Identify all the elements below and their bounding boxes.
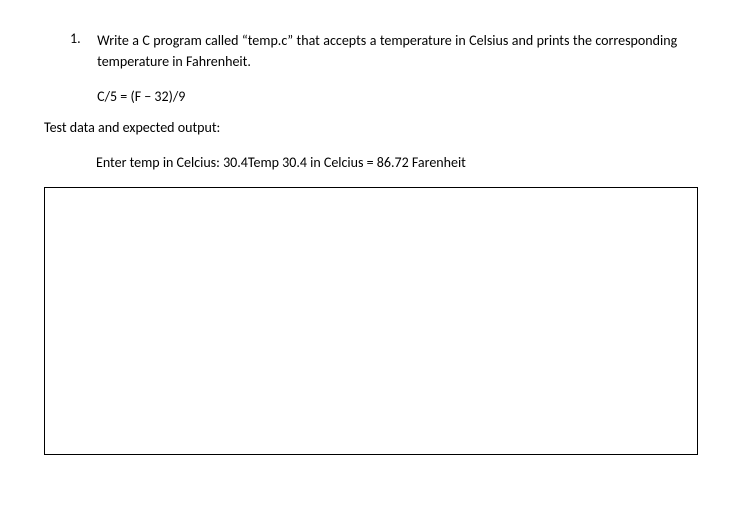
- test-data-label: Test data and expected output:: [44, 117, 680, 138]
- answer-box: [44, 187, 698, 455]
- question-prompt: Write a C program called “temp.c” that a…: [97, 30, 677, 72]
- question-body: Write a C program called “temp.c” that a…: [97, 30, 677, 117]
- question-number: 1.: [70, 30, 94, 47]
- question-formula: C/5 = (F − 32)/9: [97, 86, 677, 107]
- question-item: 1. Write a C program called “temp.c” tha…: [70, 30, 680, 117]
- test-data-output: Enter temp in Celcius: 30.4Temp 30.4 in …: [96, 152, 680, 173]
